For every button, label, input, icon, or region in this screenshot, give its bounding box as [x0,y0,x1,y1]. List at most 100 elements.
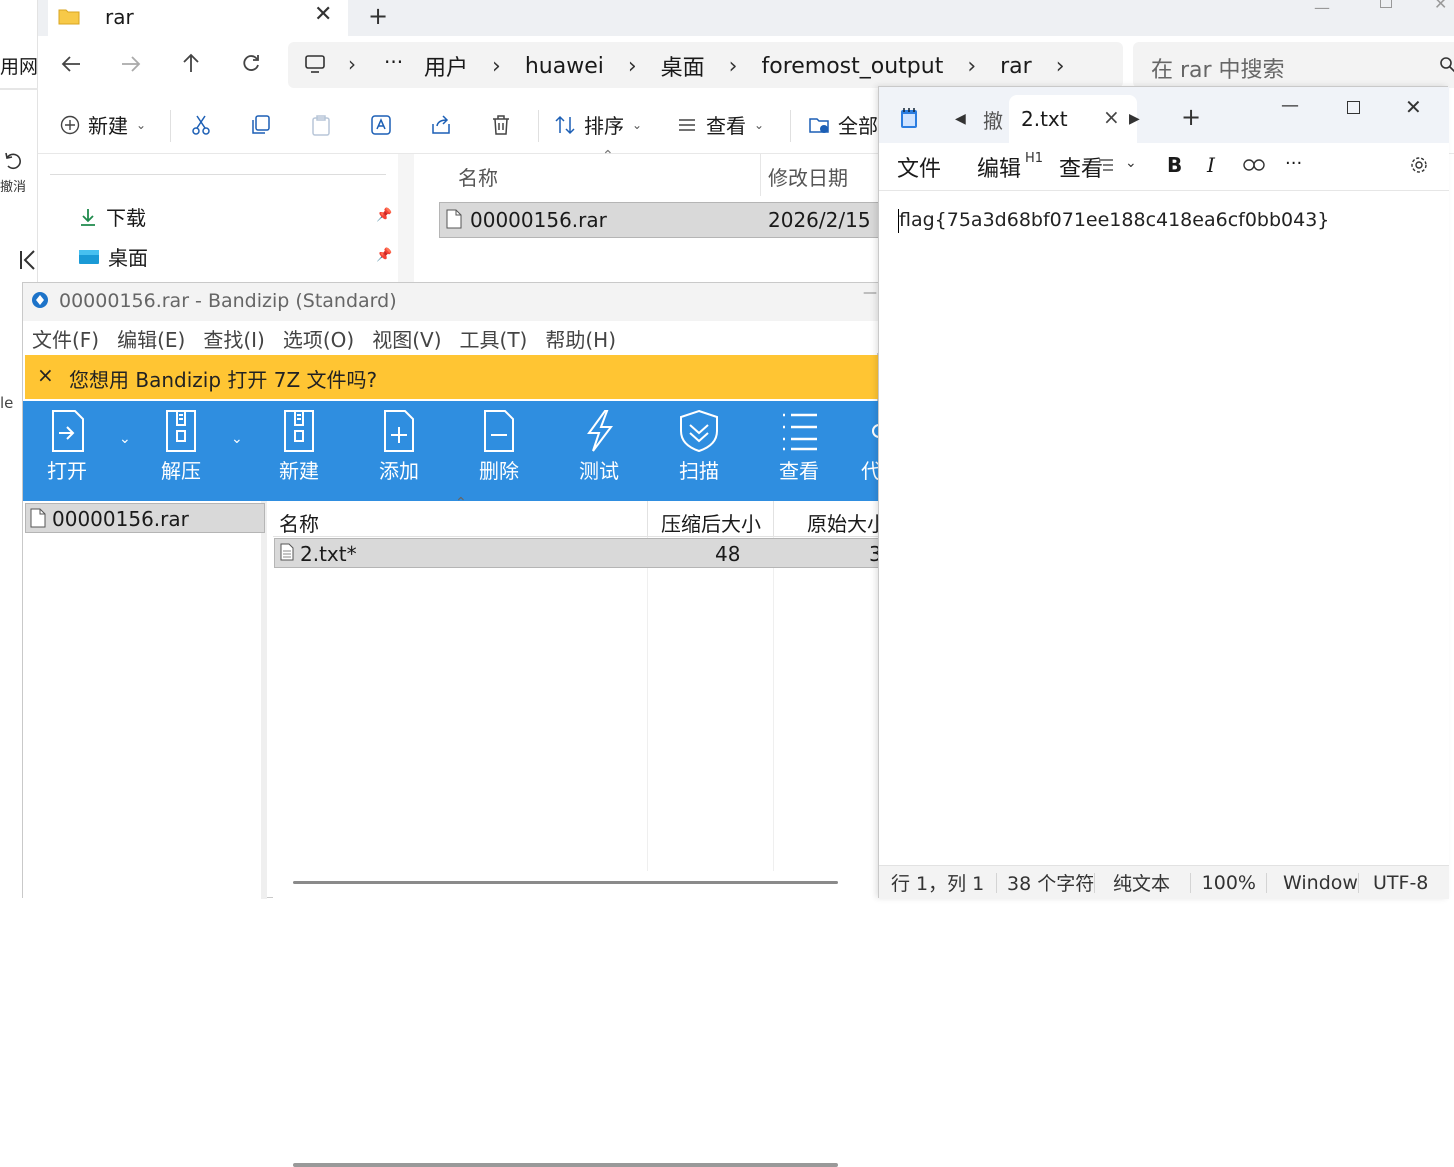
search-input[interactable]: 在 rar 中搜索 [1151,52,1285,84]
maximize-icon[interactable] [1380,0,1392,8]
menu-file[interactable]: 文件(F) [32,324,99,353]
breadcrumb-item[interactable]: 用户 [424,50,468,82]
scrollbar[interactable] [398,154,414,290]
share-icon[interactable] [430,114,452,136]
status-encoding: UTF-8 [1373,872,1429,893]
menu-file[interactable]: 文件 [897,151,941,183]
list-item[interactable]: 2.txt* 48 3 [274,538,882,568]
test-icon [587,410,613,452]
menu-options[interactable]: 选项(O) [283,324,354,353]
horizontal-scrollbar[interactable] [293,881,838,884]
close-window-icon[interactable]: ✕ [1405,95,1422,119]
view-button[interactable]: 查看 ⌄ [676,110,764,139]
column-header-name[interactable]: 名称 [279,508,319,537]
quick-access-item-downloads[interactable]: 下载 [78,202,146,231]
new-archive-icon [284,410,314,452]
bold-button[interactable]: B [1167,153,1182,177]
minimize-icon[interactable]: — [1281,95,1299,116]
link-icon[interactable] [1243,159,1265,171]
quick-access-item-desktop[interactable]: 桌面 [78,242,148,271]
scrollbar[interactable] [293,1163,838,1167]
first-page-icon[interactable] [18,248,38,272]
tool-view-button[interactable]: 查看 [761,409,837,484]
column-header-compressed[interactable]: 压缩后大小 [661,508,761,537]
tool-scan-button[interactable]: 扫描 [661,409,737,484]
quick-access-label: 桌面 [108,246,148,270]
menu-edit[interactable]: 编辑(E) [117,324,185,353]
column-header-modified[interactable]: 修改日期 [768,162,848,191]
up-arrow-icon[interactable] [181,52,201,74]
divider [0,88,38,90]
sort-button[interactable]: 排序 ⌄ [554,110,642,139]
tree-item[interactable]: 00000156.rar [25,503,265,533]
rename-icon[interactable] [370,114,392,136]
undo-icon[interactable] [2,150,24,172]
back-arrow-icon[interactable] [60,54,82,74]
explorer-tab[interactable]: rar ✕ [48,0,348,36]
column-header-original[interactable]: 原始大小 [807,508,887,537]
breadcrumb-more[interactable]: ··· [384,50,403,74]
pin-icon[interactable]: 📌 [376,208,392,223]
tool-test-button[interactable]: 测试 [561,409,637,484]
search-icon[interactable] [1439,56,1454,74]
tool-extract-button[interactable]: 解压 [143,409,219,484]
maximize-icon[interactable] [1347,101,1360,114]
tool-open-button[interactable]: 打开 [29,409,105,484]
close-window-icon[interactable]: ✕ [1434,0,1447,13]
tool-label: 解压 [161,459,201,483]
cut-icon[interactable] [190,114,212,136]
menu-tools[interactable]: 工具(T) [460,324,528,353]
close-tab-button[interactable]: × [1103,105,1120,129]
delete-file-icon [484,410,514,452]
association-banner: × 您想用 Bandizip 打开 7Z 文件吗? [25,355,879,399]
tool-new-button[interactable]: 新建 [261,409,337,484]
previous-tab[interactable]: 撤 [983,105,1003,134]
close-tab-icon[interactable]: ✕ [314,2,332,27]
breadcrumb-item[interactable]: huawei [525,54,604,79]
menu-help[interactable]: 帮助(H) [545,324,616,353]
column-header-name[interactable]: 名称 [458,162,498,191]
italic-button[interactable]: I [1207,153,1215,177]
tab-scroll-left-icon[interactable]: ◀ [955,111,966,127]
copy-icon[interactable] [250,114,272,136]
heading-marker[interactable]: H1 [1025,151,1043,166]
minimize-icon[interactable]: — [863,285,877,301]
address-bar[interactable]: › ··· 用户 › huawei › 桌面 › foremost_output… [288,42,1123,88]
banner-text[interactable]: 您想用 Bandizip 打开 7Z 文件吗? [69,364,377,393]
select-all-button[interactable]: 全部 [808,110,878,139]
menu-edit[interactable]: 编辑 [977,151,1021,183]
trash-icon[interactable] [490,114,512,136]
pin-icon[interactable]: 📌 [376,248,392,263]
list-format-icon[interactable] [1097,157,1115,173]
notepad-editor[interactable]: flag{75a3d68bf071ee188c418ea6cf0bb043} [879,191,1449,865]
minimize-icon[interactable]: — [1314,0,1330,17]
new-button[interactable]: 新建 ⌄ [60,110,146,139]
refresh-icon[interactable] [241,53,261,73]
chevron-down-icon[interactable]: ⌄ [1125,155,1137,171]
notepad-tab[interactable]: 2.txt × [1009,95,1137,143]
new-tab-button[interactable]: + [368,2,388,30]
breadcrumb-item[interactable]: foremost_output [761,54,943,79]
breadcrumb-item[interactable]: 桌面 [661,50,705,82]
editor-content[interactable]: flag{75a3d68bf071ee188c418ea6cf0bb043} [899,209,1329,231]
more-options-button[interactable]: ··· [1285,153,1302,174]
tab-scroll-right-icon[interactable]: ▶ [1129,111,1140,127]
tool-add-button[interactable]: 添加 [361,409,437,484]
divider [50,174,386,175]
menu-find[interactable]: 查找(I) [203,324,265,353]
paste-icon[interactable] [310,114,332,136]
tool-delete-button[interactable]: 删除 [461,409,537,484]
new-tab-button[interactable]: + [1181,103,1201,131]
breadcrumb-item[interactable]: rar [1000,54,1032,79]
tab-title: 2.txt [1021,107,1068,131]
chevron-down-icon[interactable]: ⌄ [119,431,131,447]
tool-more-button[interactable]: 代 [861,409,879,484]
settings-gear-icon[interactable] [1409,155,1429,175]
chevron-down-icon[interactable]: ⌄ [231,431,243,447]
menu-view[interactable]: 视图(V) [372,324,441,353]
divider [170,110,171,142]
forward-arrow-icon[interactable] [120,54,142,74]
banner-close-button[interactable]: × [37,363,54,387]
search-box[interactable]: 在 rar 中搜索 [1133,42,1454,88]
status-zoom[interactable]: 100% [1191,872,1267,893]
